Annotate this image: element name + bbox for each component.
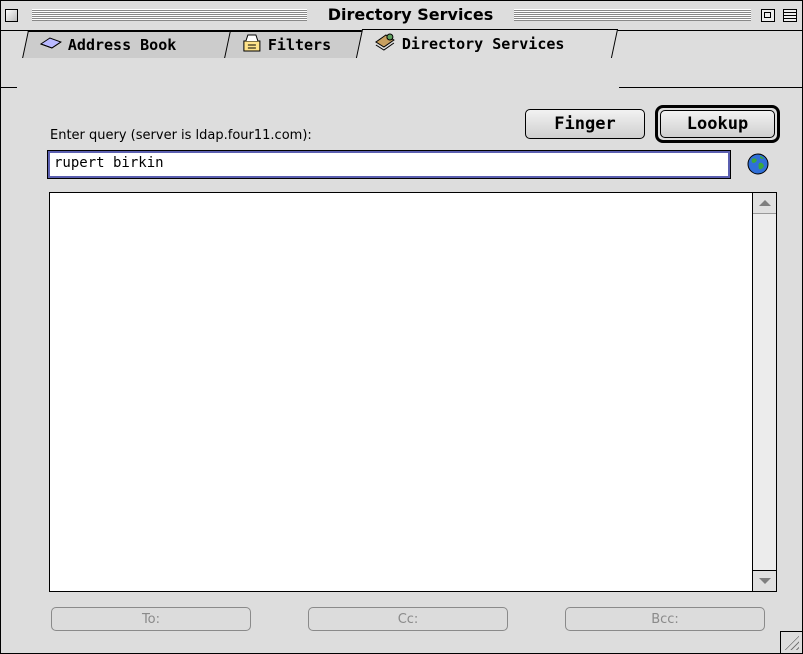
bcc-button-label: Bcc: xyxy=(651,611,679,627)
tab-directory-services-label: Directory Services xyxy=(401,35,565,53)
directory-services-window: Directory Services Address Book Filters … xyxy=(0,0,803,654)
globe-icon[interactable] xyxy=(746,152,770,176)
filters-icon xyxy=(242,33,262,57)
title-bar-stripes-right xyxy=(514,9,751,21)
to-button[interactable]: To: xyxy=(51,607,251,631)
scroll-down-arrow-icon xyxy=(758,578,771,584)
results-list[interactable] xyxy=(49,192,777,592)
tab-baseline-right xyxy=(619,87,802,88)
window-title: Directory Services xyxy=(307,5,514,24)
title-bar-stripes-left xyxy=(32,9,307,21)
bcc-button[interactable]: Bcc: xyxy=(565,607,765,631)
to-button-label: To: xyxy=(141,611,161,627)
tab-filters-label: Filters xyxy=(267,36,332,54)
title-bar[interactable]: Directory Services xyxy=(1,1,802,31)
lookup-button[interactable]: Lookup xyxy=(655,105,780,143)
tab-filters[interactable]: Filters xyxy=(224,31,363,58)
cc-button-label: Cc: xyxy=(397,611,419,627)
tab-directory-services[interactable]: Directory Services xyxy=(355,29,619,58)
query-input[interactable]: rupert birkin xyxy=(47,150,731,179)
tab-baseline-left xyxy=(1,87,17,88)
directory-services-icon xyxy=(374,32,396,56)
address-book-icon xyxy=(39,36,62,54)
zoom-box[interactable] xyxy=(761,9,775,22)
finger-button[interactable]: Finger xyxy=(525,109,645,139)
lookup-button-label: Lookup xyxy=(686,114,749,134)
resize-grow-box[interactable] xyxy=(780,631,802,653)
collapse-box[interactable] xyxy=(783,9,797,22)
close-box[interactable] xyxy=(5,9,18,22)
scroll-down-arrow[interactable] xyxy=(753,570,776,591)
query-label: Enter query (server is ldap.four11.com): xyxy=(50,128,312,143)
finger-button-label: Finger xyxy=(554,114,616,134)
tab-address-book-label: Address Book xyxy=(67,36,177,54)
tab-address-book[interactable]: Address Book xyxy=(22,31,233,58)
scroll-up-arrow-icon xyxy=(758,200,771,206)
scroll-up-arrow[interactable] xyxy=(753,193,776,214)
results-scrollbar[interactable] xyxy=(752,193,776,591)
cc-button[interactable]: Cc: xyxy=(308,607,508,631)
